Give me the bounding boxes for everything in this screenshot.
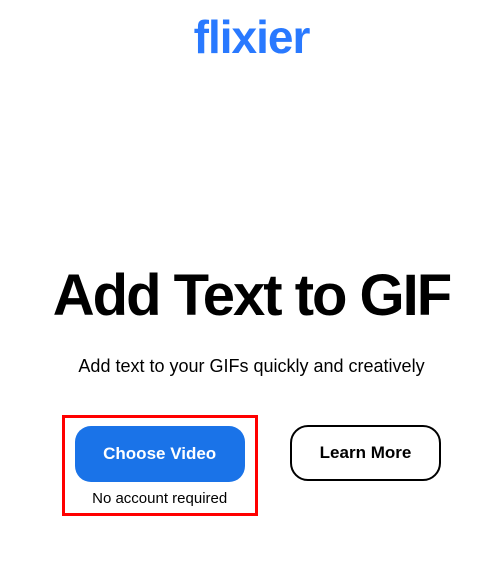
cta-row: Choose Video No account required Learn M… (0, 415, 503, 516)
page-title: Add Text to GIF (0, 264, 503, 328)
learn-more-button[interactable]: Learn More (290, 425, 442, 481)
no-account-note: No account required (92, 490, 227, 507)
page-subtitle: Add text to your GIFs quickly and creati… (0, 356, 503, 377)
primary-cta-highlight: Choose Video No account required (62, 415, 258, 516)
hero-section: Add Text to GIF Add text to your GIFs qu… (0, 264, 503, 516)
brand-logo[interactable]: flixier (0, 0, 503, 64)
choose-video-button[interactable]: Choose Video (75, 426, 245, 482)
brand-name: flixier (194, 11, 310, 63)
